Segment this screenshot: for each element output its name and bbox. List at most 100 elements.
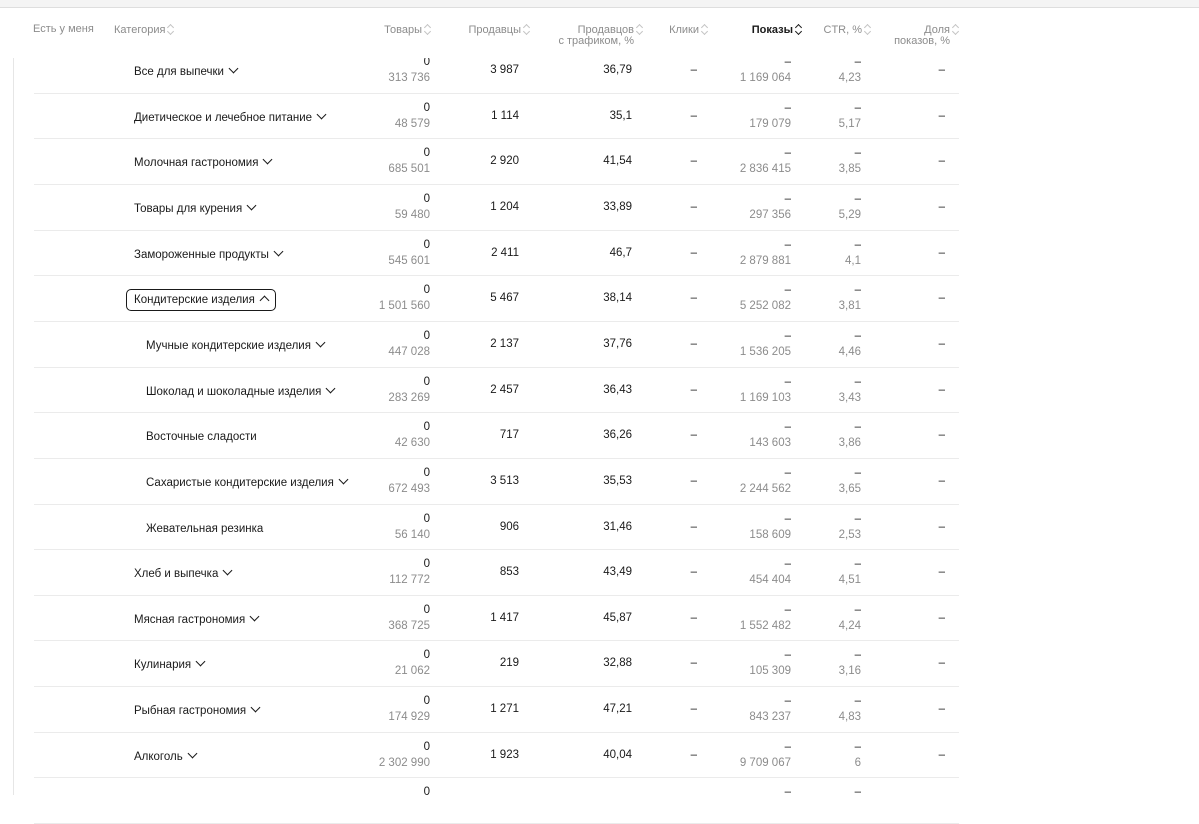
ctr-value: – <box>854 740 861 753</box>
chevron-down-icon[interactable] <box>250 702 261 713</box>
table-row: Рыбная гастрономия 0 174 929 1 271 47,21 – – 84… <box>0 687 1199 733</box>
category-label: Товары для курения <box>134 202 243 215</box>
table-row: Замороженные продукты 0 545 601 2 411 46,7 – –… <box>0 231 1199 277</box>
goods-total: 48 579 <box>394 117 430 130</box>
column-header-shows[interactable]: Показы <box>752 24 802 36</box>
shows-total: 1 169 103 <box>739 391 791 404</box>
sellers-traffic-percent: 36,26 <box>603 429 632 442</box>
category-name-button[interactable]: Кулинария <box>134 656 206 672</box>
column-header-have[interactable]: Есть у меня <box>33 24 94 35</box>
ctr-value: – <box>854 558 861 571</box>
category-name-button[interactable]: Сахаристые кондитерские изделия <box>146 474 349 490</box>
chevron-down-icon[interactable] <box>249 611 260 622</box>
share-value: – <box>938 429 945 442</box>
chevron-down-icon[interactable] <box>316 109 327 120</box>
share-value: – <box>938 657 945 670</box>
clicks-value: – <box>690 703 697 716</box>
ctr-value: – <box>854 284 861 297</box>
chevron-down-icon[interactable] <box>263 154 273 165</box>
goods-total: 368 725 <box>388 619 430 632</box>
ctr-total: 4,51 <box>838 574 861 587</box>
category-name-button[interactable]: Алкоголь <box>134 748 198 764</box>
column-header-share[interactable]: Доля показов, % <box>894 24 959 47</box>
sellers-traffic-percent: 35,53 <box>603 474 632 487</box>
share-value: – <box>938 383 945 396</box>
category-name-button[interactable]: Товары для курения <box>134 200 257 216</box>
shows-value: – <box>784 284 791 297</box>
goods-total: 2 302 990 <box>378 756 430 769</box>
column-header-sellers-traffic[interactable]: Продавцов с трафиком, % <box>558 24 643 47</box>
goods-count: 0 <box>423 786 430 799</box>
column-header-ctr[interactable]: CTR, % <box>824 24 872 36</box>
share-value: – <box>938 109 945 122</box>
goods-total: 672 493 <box>388 482 430 495</box>
column-header-sellers[interactable]: Продавцы <box>469 24 531 36</box>
sellers-traffic-percent: 33,89 <box>603 200 632 213</box>
category-name-button[interactable]: Шоколад и шоколадные изделия <box>146 383 336 399</box>
category-name-button[interactable]: Молочная гастрономия <box>134 154 273 170</box>
column-header-category[interactable]: Категория <box>114 24 174 36</box>
category-label: Хлеб и выпечка <box>134 568 219 581</box>
category-label: Кондитерские изделия <box>134 294 255 307</box>
goods-count: 0 <box>423 284 430 297</box>
chevron-down-icon[interactable] <box>273 246 284 257</box>
goods-count: 0 <box>423 740 430 753</box>
sellers-count: 219 <box>499 657 519 670</box>
sellers-count: 1 114 <box>491 109 519 122</box>
clicks-value: – <box>690 611 697 624</box>
chevron-down-icon[interactable] <box>187 748 198 759</box>
chevron-down-icon[interactable] <box>246 200 257 211</box>
table-row: Восточные сладости 0 42 630 717 36,26 – – 143 6… <box>0 413 1199 459</box>
category-name-button[interactable]: Замороженные продукты <box>134 246 284 262</box>
chevron-down-icon[interactable] <box>338 474 349 485</box>
chevron-down-icon[interactable] <box>325 383 336 393</box>
chevron-down-icon[interactable] <box>315 337 326 348</box>
category-label: Мучные кондитерские изделия <box>146 339 311 352</box>
column-header-clicks[interactable]: Клики <box>669 24 708 36</box>
shows-total: 5 252 082 <box>739 300 791 313</box>
ctr-total: 3,16 <box>838 665 861 678</box>
clicks-value: – <box>690 337 697 350</box>
category-name-button[interactable]: Диетическое и лечебное питание <box>134 109 327 125</box>
sellers-traffic-percent: 36,79 <box>603 64 632 76</box>
sellers-traffic-percent: 45,87 <box>603 611 632 624</box>
table-row: Хлеб и выпечка 0 112 772 853 43,49 – – 454 404 –… <box>0 550 1199 596</box>
category-name-button[interactable]: Все для выпечки <box>134 63 239 79</box>
shows-value: – <box>784 147 791 160</box>
goods-total: 42 630 <box>394 437 430 450</box>
category-name-button[interactable]: Хлеб и выпечка <box>134 565 233 581</box>
chevron-down-icon[interactable] <box>222 565 233 576</box>
ctr-value: – <box>854 512 861 525</box>
sellers-traffic-percent: 41,54 <box>603 155 632 168</box>
sellers-count: 1 204 <box>490 200 519 213</box>
clicks-value: – <box>690 200 697 213</box>
ctr-value: – <box>854 101 861 114</box>
clicks-value: – <box>690 155 697 168</box>
sellers-count: 1 417 <box>490 611 519 624</box>
goods-count: 0 <box>423 512 430 525</box>
sort-icon <box>864 24 871 35</box>
chevron-down-icon[interactable] <box>195 656 206 667</box>
category-name-button[interactable]: Жевательная резинка <box>146 522 263 536</box>
chevron-up-icon[interactable] <box>259 295 270 306</box>
share-value: – <box>938 703 945 716</box>
category-name-button[interactable]: Мучные кондитерские изделия <box>146 337 326 353</box>
clicks-value: – <box>690 474 697 487</box>
goods-count: 0 <box>423 466 430 479</box>
ctr-total: 4,83 <box>838 711 861 724</box>
goods-total: 545 601 <box>388 254 430 267</box>
shows-total: 2 879 881 <box>739 254 791 267</box>
category-name-button[interactable]: Мясная гастрономия <box>134 611 260 627</box>
chevron-down-icon[interactable] <box>228 63 239 74</box>
category-name-button[interactable]: Кондитерские изделия <box>126 289 276 312</box>
column-header-goods[interactable]: Товары <box>384 24 431 36</box>
shows-value: – <box>784 786 791 799</box>
category-table-body: Все для выпечки 0 313 736 3 987 36,79 – – 1 169… <box>0 0 1199 824</box>
category-name-button[interactable]: Рыбная гастрономия <box>134 702 261 718</box>
ctr-value: – <box>854 649 861 662</box>
category-name-button[interactable]: Восточные сладости <box>146 430 257 444</box>
table-row: 0 – – <box>0 778 1199 824</box>
ctr-total: 4,23 <box>838 72 861 84</box>
shows-value: – <box>784 512 791 525</box>
share-value: – <box>938 566 945 579</box>
